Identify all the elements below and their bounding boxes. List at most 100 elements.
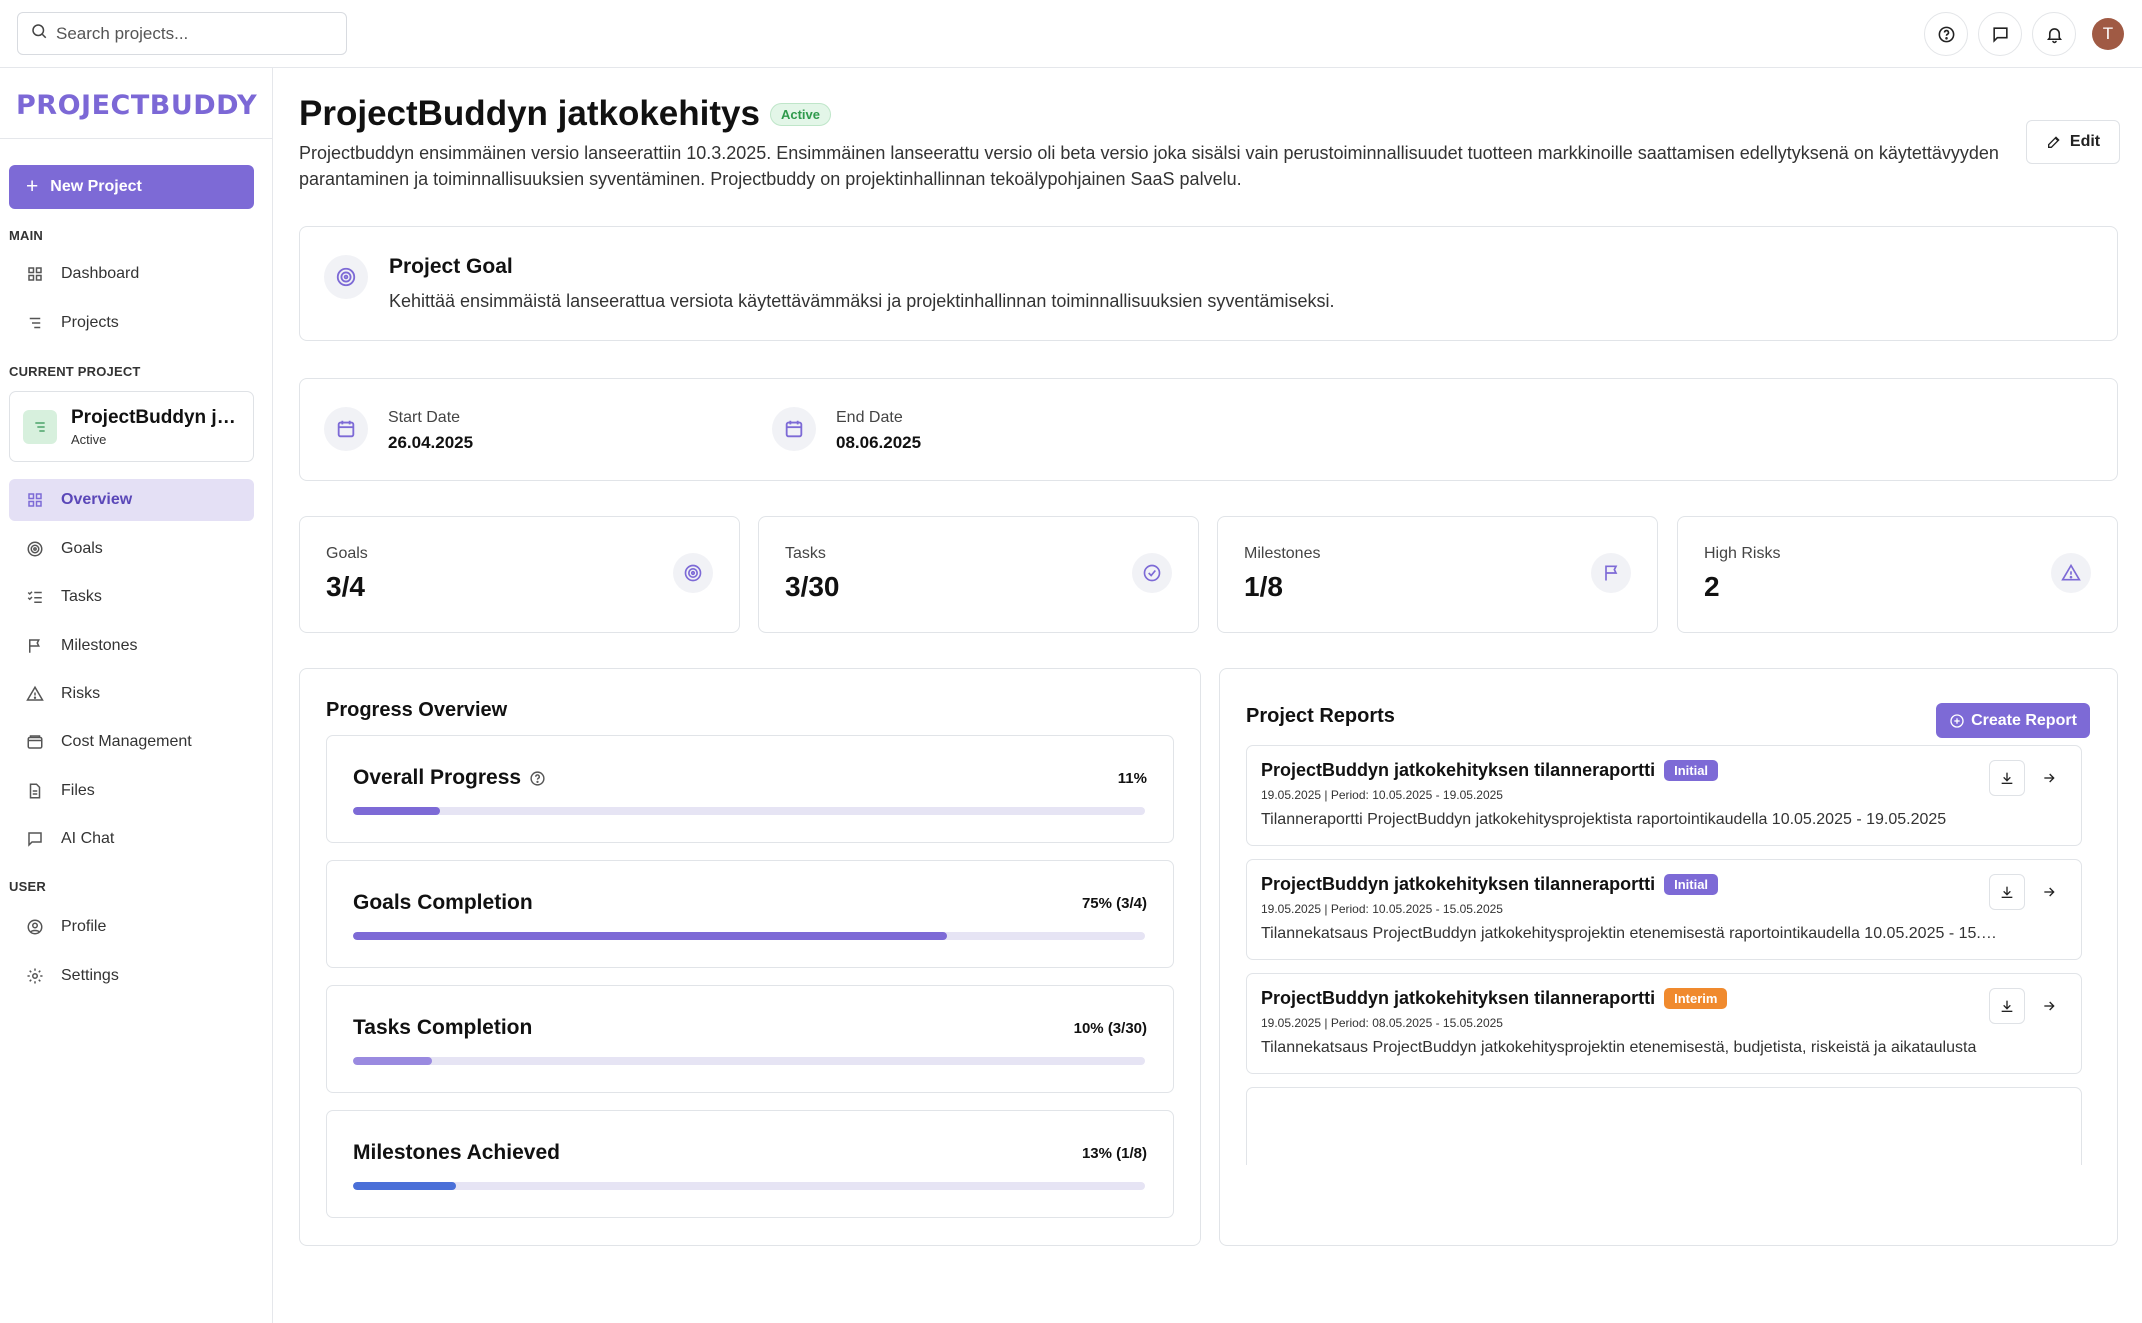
sidebar-item-label: AI Chat — [61, 830, 115, 847]
section-label-user: USER — [9, 879, 46, 894]
download-icon — [2001, 772, 2013, 784]
stat-value: 2 — [1704, 571, 1720, 602]
user-circle-icon — [27, 919, 43, 935]
help-button[interactable] — [1924, 12, 1968, 56]
sidebar-item-label: Dashboard — [61, 265, 140, 282]
edit-icon — [2047, 136, 2060, 148]
progress-value: 13% (1/8) — [1081, 1145, 1147, 1162]
goal-text: Kehittää ensimmäistä lanseerattua versio… — [389, 291, 1335, 311]
open-report-button[interactable] — [2031, 874, 2067, 910]
download-button[interactable] — [1989, 760, 2025, 796]
avatar[interactable]: T — [2092, 18, 2124, 50]
open-report-button[interactable] — [2031, 988, 2067, 1024]
report-tag: Interim — [1664, 988, 1728, 1009]
end-date-label: End Date — [836, 409, 903, 426]
sidebar-item-projects[interactable]: Projects — [9, 302, 254, 344]
report-description: Tilanneraportti ProjectBuddyn jatkokehit… — [1261, 811, 1947, 828]
sidebar-item-label: Projects — [61, 314, 119, 331]
help-icon — [1938, 26, 1954, 42]
project-icon — [23, 409, 57, 444]
download-icon — [2001, 886, 2013, 898]
sidebar-item-goals[interactable]: Goals — [9, 528, 254, 570]
end-date-value: 08.06.2025 — [836, 433, 922, 452]
arrow-right-icon — [2044, 1001, 2055, 1011]
start-date-label: Start Date — [388, 409, 461, 426]
sidebar-item-ai-chat[interactable]: AI Chat — [9, 818, 254, 860]
sidebar-item-label: Cost Management — [61, 733, 192, 750]
search-box[interactable] — [17, 12, 347, 55]
arrow-right-icon — [2044, 887, 2055, 897]
download-button[interactable] — [1989, 874, 2025, 910]
plus-circle-icon — [1950, 713, 1964, 728]
arrow-right-icon — [2044, 773, 2055, 783]
report-meta: 19.05.2025 | Period: 10.05.2025 - 15.05.… — [1261, 902, 1503, 916]
list-icon — [29, 317, 41, 329]
sidebar-item-risks[interactable]: Risks — [9, 673, 254, 715]
sidebar-item-settings[interactable]: Settings — [9, 955, 254, 997]
stat-card-tasks[interactable]: Tasks 3/30 — [758, 516, 1199, 633]
start-date-value: 26.04.2025 — [388, 433, 474, 452]
report-tag: Initial — [1664, 874, 1719, 895]
search-input[interactable] — [56, 23, 336, 44]
dates-card: Start Date 26.04.2025 End Date 08.06.202… — [299, 378, 2118, 481]
create-report-button[interactable]: Create Report — [1936, 703, 2090, 738]
progress-value: 75% (3/4) — [1081, 895, 1147, 912]
sidebar-item-milestones[interactable]: Milestones — [9, 625, 254, 667]
grid-icon — [28, 267, 42, 281]
target-icon — [324, 255, 368, 299]
sidebar-item-label: Risks — [61, 685, 101, 702]
grid-icon — [28, 493, 42, 507]
current-project-card[interactable]: ProjectBuddyn jatkokehitys Active — [9, 391, 254, 462]
progress-bar-fill — [353, 932, 947, 940]
end-date: End Date 08.06.2025 — [772, 407, 921, 453]
project-reports-card: Project Reports Create Report ProjectBud… — [1219, 668, 2118, 1246]
report-item[interactable]: ProjectBuddyn jatkokehityksen tilannerap… — [1246, 859, 2082, 960]
report-item[interactable]: ProjectBuddyn jatkokehityksen tilannerap… — [1246, 745, 2082, 846]
reports-list[interactable]: ProjectBuddyn jatkokehityksen tilannerap… — [1246, 745, 2084, 1165]
stat-card-milestones[interactable]: Milestones 1/8 — [1217, 516, 1658, 633]
open-report-button[interactable] — [2031, 760, 2067, 796]
report-title: ProjectBuddyn jatkokehityksen tilannerap… — [1261, 760, 1719, 781]
messages-button[interactable] — [1978, 12, 2022, 56]
section-label-main: MAIN — [9, 228, 44, 243]
sidebar-item-files[interactable]: Files — [9, 770, 254, 812]
top-actions: T — [1924, 12, 2124, 56]
page-title: ProjectBuddyn jatkokehitys — [299, 94, 760, 133]
notifications-button[interactable] — [2032, 12, 2076, 56]
progress-bar — [353, 932, 1145, 940]
sidebar-item-overview[interactable]: Overview — [9, 479, 254, 521]
stat-value: 1/8 — [1244, 571, 1283, 602]
report-meta: 19.05.2025 | Period: 10.05.2025 - 19.05.… — [1261, 788, 1503, 802]
report-item[interactable]: ProjectBuddyn jatkokehityksen tilannerap… — [1246, 973, 2082, 1074]
main-content: ProjectBuddyn jatkokehitys Active Projec… — [274, 68, 2142, 1323]
progress-item-tasks: Tasks Completion 10% (3/30) — [326, 985, 1174, 1093]
progress-overview-card: Progress Overview Overall Progress 11% G… — [299, 668, 1201, 1246]
stat-label: High Risks — [1704, 545, 1781, 562]
edit-button[interactable]: Edit — [2026, 120, 2120, 164]
edit-label: Edit — [2069, 133, 2101, 150]
flag-icon — [1591, 553, 1631, 593]
sidebar-item-profile[interactable]: Profile — [9, 906, 254, 948]
sidebar-item-cost-management[interactable]: Cost Management — [9, 721, 254, 763]
progress-item-milestones: Milestones Achieved 13% (1/8) — [326, 1110, 1174, 1218]
stat-card-goals[interactable]: Goals 3/4 — [299, 516, 740, 633]
logo[interactable]: PROJECTBUDDY — [16, 90, 257, 121]
new-project-button[interactable]: + New Project — [9, 165, 254, 209]
report-description: Tilannekatsaus ProjectBuddyn jatkokehity… — [1261, 925, 2001, 942]
help-icon[interactable] — [529, 770, 546, 787]
top-bar: T — [0, 0, 2142, 68]
stat-card-high-risks[interactable]: High Risks 2 — [1677, 516, 2118, 633]
progress-name-text: Overall Progress — [353, 766, 522, 789]
download-icon — [2001, 1000, 2013, 1012]
report-item-partial[interactable] — [1246, 1087, 2082, 1165]
report-title-text: ProjectBuddyn jatkokehityksen tilannerap… — [1261, 988, 1656, 1008]
sidebar-item-dashboard[interactable]: Dashboard — [9, 253, 254, 295]
sidebar-item-label: Profile — [61, 918, 107, 935]
project-reports-title: Project Reports — [1246, 705, 1395, 727]
report-meta: 19.05.2025 | Period: 08.05.2025 - 15.05.… — [1261, 1016, 1503, 1030]
download-button[interactable] — [1989, 988, 2025, 1024]
report-description: Tilannekatsaus ProjectBuddyn jatkokehity… — [1261, 1039, 1977, 1056]
warning-icon — [26, 685, 44, 701]
sidebar-item-tasks[interactable]: Tasks — [9, 576, 254, 618]
report-title: ProjectBuddyn jatkokehityksen tilannerap… — [1261, 988, 1728, 1009]
